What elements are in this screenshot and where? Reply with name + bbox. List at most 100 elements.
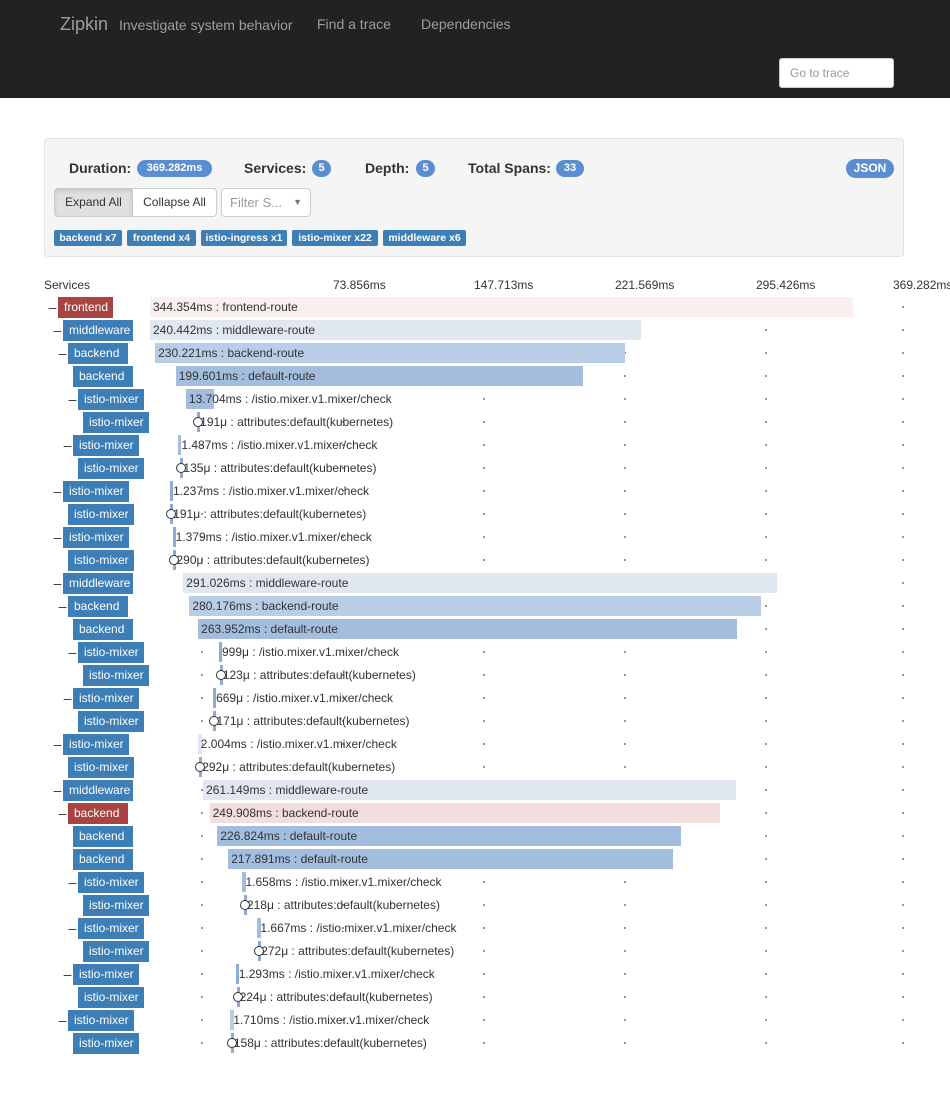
expand-toggle-icon[interactable]: – [58, 1011, 67, 1029]
span-row[interactable]: backend 199.601ms : default-route [0, 365, 950, 388]
service-name-label[interactable]: backend [73, 849, 133, 870]
expand-toggle-icon[interactable]: – [53, 781, 62, 799]
span-row[interactable]: – middleware 291.026ms : middleware-route [0, 572, 950, 595]
service-name-label[interactable]: istio-mixer [78, 918, 144, 939]
nav-dependencies[interactable]: Dependencies [421, 16, 511, 32]
span-row[interactable]: istio-mixer 218μ : attributes:default(kub… [0, 894, 950, 917]
service-name-label[interactable]: istio-mixer [63, 734, 129, 755]
service-name-label[interactable]: istio-mixer [73, 1033, 139, 1054]
expand-toggle-icon[interactable]: – [53, 574, 62, 592]
service-name-label[interactable]: istio-mixer [73, 435, 139, 456]
span-row[interactable]: istio-mixer 292μ : attributes:default(kub… [0, 756, 950, 779]
span-row[interactable]: – istio-mixer 1.379ms : /istio.mixer.v1.mi… [0, 526, 950, 549]
service-name-label[interactable]: istio-mixer [78, 711, 144, 732]
expand-toggle-icon[interactable]: – [53, 528, 62, 546]
service-name-label[interactable]: middleware [63, 573, 133, 594]
service-name-label[interactable]: istio-mixer [78, 872, 144, 893]
service-name-label[interactable]: istio-mixer [83, 895, 149, 916]
span-row[interactable]: – frontend 344.354ms : frontend-route [0, 296, 950, 319]
service-name-label[interactable]: istio-mixer [68, 1010, 134, 1031]
service-filter-select[interactable]: Filter S... ▼ [221, 188, 311, 217]
span-row[interactable]: istio-mixer 191μ : attributes:default(kub… [0, 503, 950, 526]
service-name-label[interactable]: backend [68, 596, 128, 617]
nav-find-a-trace[interactable]: Find a trace [317, 16, 391, 32]
service-name-label[interactable]: backend [68, 803, 128, 824]
expand-toggle-icon[interactable]: – [53, 482, 62, 500]
span-row[interactable]: istio-mixer 158μ : attributes:default(kub… [0, 1032, 950, 1055]
service-name-label[interactable]: istio-mixer [68, 757, 134, 778]
service-name-label[interactable]: istio-mixer [73, 964, 139, 985]
brand-logo[interactable]: Zipkin [60, 14, 108, 35]
service-name-label[interactable]: istio-mixer [78, 642, 144, 663]
expand-toggle-icon[interactable]: – [68, 643, 77, 661]
service-badge-frontend[interactable]: frontend x4 [127, 230, 196, 246]
timeline-grid-dot [201, 651, 203, 653]
service-name-label[interactable]: istio-mixer [73, 688, 139, 709]
service-name-label[interactable]: istio-mixer [63, 481, 129, 502]
expand-toggle-icon[interactable]: – [53, 735, 62, 753]
span-row[interactable]: – middleware 240.442ms : middleware-route [0, 319, 950, 342]
span-row[interactable]: – backend 249.908ms : backend-route [0, 802, 950, 825]
service-name-label[interactable]: istio-mixer [83, 941, 149, 962]
span-row[interactable]: – istio-mixer 1.237ms : /istio.mixer.v1.mi… [0, 480, 950, 503]
service-name-label[interactable]: backend [68, 343, 128, 364]
span-row[interactable]: istio-mixer 123μ : attributes:default(kub… [0, 664, 950, 687]
service-name-label[interactable]: istio-mixer [68, 550, 134, 571]
expand-toggle-icon[interactable]: – [63, 689, 72, 707]
span-row[interactable]: – middleware 261.149ms : middleware-route [0, 779, 950, 802]
span-row[interactable]: istio-mixer 272μ : attributes:default(kub… [0, 940, 950, 963]
span-row[interactable]: – istio-mixer 1.667ms : /istio.mixer.v1.mi… [0, 917, 950, 940]
expand-toggle-icon[interactable]: – [53, 321, 62, 339]
service-name-label[interactable]: istio-mixer [83, 412, 149, 433]
json-button[interactable]: JSON [846, 159, 894, 178]
span-row[interactable]: istio-mixer 191μ : attributes:default(kub… [0, 411, 950, 434]
expand-toggle-icon[interactable]: – [58, 597, 67, 615]
collapse-all-button[interactable]: Collapse All [132, 188, 217, 217]
span-row[interactable]: istio-mixer 171μ : attributes:default(kub… [0, 710, 950, 733]
span-row[interactable]: backend 263.952ms : default-route [0, 618, 950, 641]
service-name-label[interactable]: istio-mixer [78, 458, 144, 479]
span-label: 669μ : /istio.mixer.v1.mixer/check [216, 691, 394, 705]
span-row[interactable]: – istio-mixer 13.704ms : /istio.mixer.v1.m… [0, 388, 950, 411]
service-name-label[interactable]: istio-mixer [78, 987, 144, 1008]
span-row[interactable]: – istio-mixer 669μ : /istio.mixer.v1.mixer… [0, 687, 950, 710]
service-name-label[interactable]: middleware [63, 320, 133, 341]
service-badge-middleware[interactable]: middleware x6 [383, 230, 466, 246]
expand-all-button[interactable]: Expand All [54, 188, 133, 217]
span-row[interactable]: – istio-mixer 999μ : /istio.mixer.v1.mixer… [0, 641, 950, 664]
service-name-label[interactable]: istio-mixer [78, 389, 144, 410]
expand-toggle-icon[interactable]: – [63, 436, 72, 454]
service-badge-backend[interactable]: backend x7 [54, 230, 122, 246]
span-row[interactable]: istio-mixer 224μ : attributes:default(kub… [0, 986, 950, 1009]
service-name-label[interactable]: istio-mixer [83, 665, 149, 686]
span-row[interactable]: – istio-mixer 1.710ms : /istio.mixer.v1.mi… [0, 1009, 950, 1032]
span-row[interactable]: istio-mixer 290μ : attributes:default(kub… [0, 549, 950, 572]
expand-toggle-icon[interactable]: – [68, 873, 77, 891]
expand-toggle-icon[interactable]: – [48, 298, 57, 316]
expand-toggle-icon[interactable]: – [58, 804, 67, 822]
span-row[interactable]: – istio-mixer 1.658ms : /istio.mixer.v1.mi… [0, 871, 950, 894]
span-row[interactable]: – istio-mixer 1.293ms : /istio.mixer.v1.mi… [0, 963, 950, 986]
service-badge-istio-mixer[interactable]: istio-mixer x22 [292, 230, 378, 246]
timeline-grid-dot [902, 743, 904, 745]
span-row[interactable]: – istio-mixer 1.487ms : /istio.mixer.v1.mi… [0, 434, 950, 457]
expand-toggle-icon[interactable]: – [68, 919, 77, 937]
span-row[interactable]: – backend 230.221ms : backend-route [0, 342, 950, 365]
service-name-label[interactable]: middleware [63, 780, 133, 801]
span-row[interactable]: – istio-mixer 2.004ms : /istio.mixer.v1.mi… [0, 733, 950, 756]
service-name-label[interactable]: backend [73, 619, 133, 640]
service-name-label[interactable]: istio-mixer [63, 527, 129, 548]
service-name-label[interactable]: backend [73, 826, 133, 847]
service-name-label[interactable]: backend [73, 366, 133, 387]
span-row[interactable]: backend 226.824ms : default-route [0, 825, 950, 848]
expand-toggle-icon[interactable]: – [63, 965, 72, 983]
service-name-label[interactable]: istio-mixer [68, 504, 134, 525]
expand-toggle-icon[interactable]: – [68, 390, 77, 408]
span-row[interactable]: backend 217.891ms : default-route [0, 848, 950, 871]
expand-toggle-icon[interactable]: – [58, 344, 67, 362]
service-badge-istio-ingress[interactable]: istio-ingress x1 [201, 230, 287, 246]
span-row[interactable]: – backend 280.176ms : backend-route [0, 595, 950, 618]
span-row[interactable]: istio-mixer 135μ : attributes:default(kub… [0, 457, 950, 480]
service-name-label[interactable]: frontend [58, 297, 113, 318]
go-to-trace-input[interactable] [779, 58, 894, 88]
